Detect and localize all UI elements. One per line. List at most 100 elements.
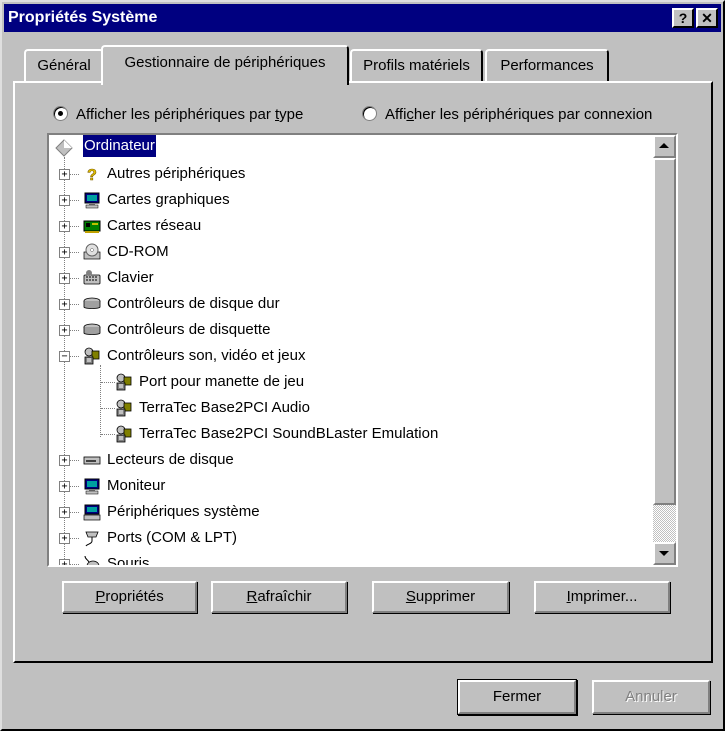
expand-icon[interactable]: + [59,507,70,518]
close-button[interactable]: Fermer [458,680,576,714]
view-by-connection-accel: c [406,106,414,123]
title-bar[interactable]: Propriétés Système ? ✕ [4,4,721,32]
scroll-track[interactable] [653,505,676,542]
question-icon: ? [87,167,97,183]
tab-performance-label: Performances [500,57,594,74]
remove-button[interactable]: Supprimer [372,581,509,613]
port-icon [85,531,99,547]
properties-accel: P [95,588,106,605]
keyboard-icon [83,270,101,285]
vertical-scrollbar[interactable] [653,135,676,565]
tree-item-label: Périphériques système [107,503,260,520]
print-button[interactable]: Imprimer... [534,581,670,613]
expand-icon[interactable]: + [59,559,70,565]
scroll-up-button[interactable] [653,135,676,158]
close-window-button[interactable]: ✕ [696,8,718,28]
tree-item-label: Cartes graphiques [107,191,230,208]
mouse-icon [84,555,100,565]
tree-item-label: Autres périphériques [107,165,246,182]
print-label: mprimer... [570,588,638,605]
tab-performance[interactable]: Performances [485,49,609,82]
radio-dot [362,106,377,121]
tree-item[interactable]: − Contrôleurs son, vidéo et jeux [49,343,649,369]
refresh-label: afraîchir [257,588,312,605]
expand-icon[interactable]: + [59,195,70,206]
expand-icon[interactable]: + [59,455,70,466]
expand-icon[interactable]: + [59,325,70,336]
scroll-down-button[interactable] [653,542,676,565]
tree-item[interactable]: + Souris [49,551,649,565]
tab-general[interactable]: Général [24,49,104,82]
tree-item-label: Clavier [107,269,154,286]
tree-item[interactable]: + Moniteur [49,473,649,499]
view-by-type-label: Afficher les périphériques par [76,106,275,123]
tree-child-label: TerraTec Base2PCI SoundBLaster Emulation [139,425,439,442]
arrow-up-icon [659,143,669,148]
view-by-connection-radio[interactable]: Afficher les périphériques par connexion [362,104,652,126]
tree-child-item[interactable]: TerraTec Base2PCI SoundBLaster Emulation [49,421,649,447]
tab-device-manager[interactable]: Gestionnaire de périphériques [101,45,349,85]
view-by-connection-label: Affi [385,106,407,123]
expand-icon[interactable]: + [59,299,70,310]
multimedia-icon [84,347,100,365]
tree-item[interactable]: + Cartes réseau [49,213,649,239]
cancel-button[interactable]: Annuler [592,680,710,714]
tree-item-label: Souris [107,555,150,565]
tree-line [101,408,115,409]
floppy-controller-icon [83,323,101,335]
tree-item[interactable]: + Cartes graphiques [49,187,649,213]
expand-icon[interactable]: + [59,481,70,492]
expand-icon[interactable]: + [59,533,70,544]
tree-child-label: TerraTec Base2PCI Audio [139,399,310,416]
tree-child-item[interactable]: TerraTec Base2PCI Audio [49,395,649,421]
cdrom-icon [83,243,101,260]
tree-item[interactable]: +? Autres périphériques [49,161,649,187]
refresh-accel: R [246,588,258,605]
remove-label: upprimer [415,588,476,605]
scroll-thumb[interactable] [653,158,676,505]
tree-root-label: Ordinateur [82,135,157,158]
expand-icon[interactable]: + [59,169,70,180]
svg-text:?: ? [87,167,97,183]
expand-icon[interactable]: + [59,221,70,232]
tree-item-label: Moniteur [107,477,166,494]
tree-child-label: Port pour manette de jeu [139,373,305,390]
collapse-icon[interactable]: − [59,351,70,362]
multimedia-icon [116,399,132,417]
window-title: Propriétés Système [8,9,158,26]
properties-button[interactable]: Propriétés [62,581,197,613]
view-by-type-label-end: ype [279,106,304,123]
tree-item-label: Ports (COM & LPT) [107,529,238,546]
tree-item[interactable]: + Ports (COM & LPT) [49,525,649,551]
tree-item-label: Contrôleurs son, vidéo et jeux [107,347,306,364]
tree-item[interactable]: + Clavier [49,265,649,291]
tab-device-manager-label: Gestionnaire de périphériques [124,54,326,71]
tree-item[interactable]: + Contrôleurs de disquette [49,317,649,343]
tree-item-label: Contrôleurs de disquette [107,321,271,338]
tree-item-label: Cartes réseau [107,217,202,234]
hard-disk-controller-icon [83,297,101,309]
tree-child-item[interactable]: Port pour manette de jeu [49,369,649,395]
properties-label: ropriétés [105,588,164,605]
tree-item[interactable]: + Lecteurs de disque [49,447,649,473]
help-button[interactable]: ? [672,8,694,28]
system-device-icon [83,504,101,521]
tree-line [101,382,115,383]
tab-hardware-profiles[interactable]: Profils matériels [350,49,483,82]
tree-item[interactable]: + Périphériques système [49,499,649,525]
tree-item-label: Contrôleurs de disque dur [107,295,280,312]
refresh-button[interactable]: Rafraîchir [211,581,347,613]
tree-item[interactable]: + Contrôleurs de disque dur [49,291,649,317]
tree-item[interactable]: + CD-ROM [49,239,649,265]
view-by-type-radio[interactable]: Afficher les périphériques par type [53,104,303,126]
computer-diamond-icon [55,139,73,157]
tree-item-label: Lecteurs de disque [107,451,234,468]
device-tree-content: Ordinateur +? Autres périphériques + Cartes… [49,135,653,565]
device-tree[interactable]: Ordinateur +? Autres périphériques + Cartes… [47,133,678,567]
expand-icon[interactable]: + [59,247,70,258]
tree-line [101,434,115,435]
network-card-icon [83,220,101,233]
expand-icon[interactable]: + [59,273,70,284]
tab-general-label: Général [37,57,91,74]
monitor-icon [84,478,100,495]
